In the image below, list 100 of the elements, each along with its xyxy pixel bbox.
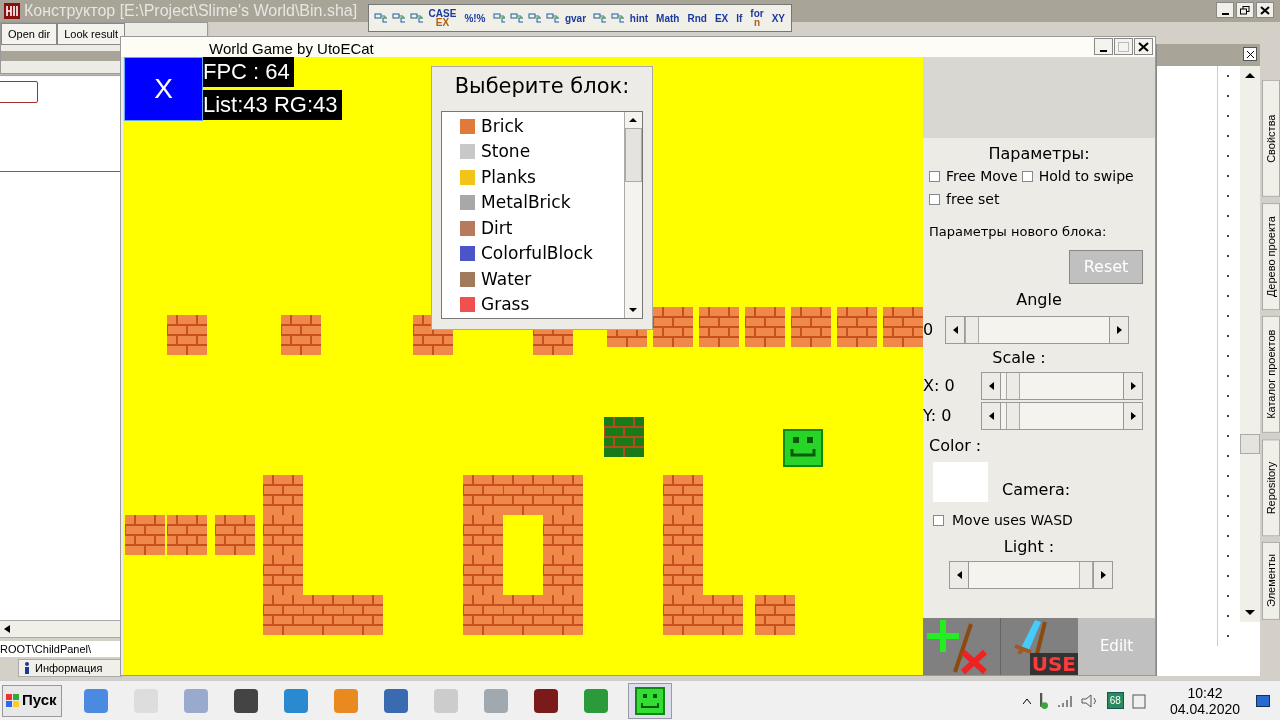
clock-date: 04.04.2020 (1169, 700, 1240, 717)
toolbar-button[interactable]: gvar (562, 13, 589, 23)
toolbar-button[interactable]: Math (654, 13, 682, 23)
block-list-item[interactable]: Water (442, 266, 624, 292)
close-button[interactable] (1134, 38, 1153, 55)
block-list-item[interactable]: Grass (442, 292, 624, 318)
start-button[interactable]: Пуск (2, 684, 62, 717)
restore-icon (1240, 5, 1250, 15)
toolbar-button[interactable]: CASE EX (426, 9, 459, 27)
block-list-item[interactable]: Dirt (442, 215, 624, 241)
close-icon (1260, 5, 1270, 15)
tray-expand-icon[interactable] (1022, 696, 1031, 705)
slider-thumb[interactable] (1006, 402, 1020, 429)
side-tab[interactable]: Каталог проектов (1262, 315, 1280, 433)
side-tab[interactable]: Элементы (1262, 542, 1280, 620)
list-counter: List:43 RG:43 (203, 90, 342, 120)
toolbar-button[interactable]: If (734, 13, 745, 23)
scale-label: Scale : (992, 346, 1046, 369)
section-label: Параметры нового блока: (929, 223, 1108, 241)
fps-counter: FPC : 64 (203, 57, 294, 87)
toolbar-button[interactable]: %!% (462, 13, 488, 23)
block-list-item[interactable]: ColorfulBlock (442, 241, 624, 267)
toolbar-button[interactable]: EX (712, 13, 731, 23)
checkbox[interactable] (933, 514, 944, 526)
popup-button[interactable]: Open dir (1, 23, 58, 45)
checkbox[interactable] (929, 194, 940, 205)
minimize-icon (1221, 12, 1229, 15)
block-list-item[interactable]: MetalBrick (442, 190, 624, 216)
toolbar-button[interactable]: XY (769, 13, 788, 23)
toolbar-button[interactable]: Rnd (685, 13, 709, 23)
minimize-button[interactable] (1216, 2, 1234, 18)
brick-block (343, 595, 383, 635)
close-button[interactable] (1243, 47, 1257, 61)
brick-block (883, 307, 923, 347)
close-icon (1246, 50, 1254, 58)
block-list-item[interactable]: Stone (442, 139, 624, 165)
angle-label: Angle (1016, 288, 1062, 311)
scroll-left-icon[interactable] (949, 560, 969, 589)
brick-block (263, 475, 303, 515)
add-remove-tool[interactable] (923, 618, 1001, 675)
scrollbar-thumb[interactable] (625, 127, 642, 182)
brick-block (167, 515, 207, 555)
brick-block (215, 515, 255, 555)
scrollbar-thumb[interactable] (1240, 434, 1260, 454)
brick-block (604, 417, 644, 457)
chooser-title: Выберите блок: (454, 73, 630, 100)
brick-block (653, 307, 693, 347)
scroll-right-icon[interactable] (1093, 560, 1113, 589)
slider-thumb[interactable] (1006, 372, 1020, 399)
close-button[interactable]: X (124, 57, 203, 121)
color-swatch[interactable] (933, 461, 988, 502)
usb-icon (1038, 692, 1049, 709)
scroll-right-icon[interactable] (1123, 401, 1143, 430)
checkbox-option[interactable]: Free Move (929, 166, 1018, 187)
slime-character (783, 429, 823, 467)
side-tab[interactable]: Свойства (1262, 80, 1280, 197)
toolbar-button[interactable]: hint (627, 13, 651, 23)
slider-thumb[interactable] (1079, 561, 1093, 588)
brick-block (663, 475, 703, 515)
brick-block (699, 307, 739, 347)
side-tab[interactable]: Дерево проекта (1262, 202, 1280, 310)
use-tool[interactable]: USE (1001, 618, 1078, 675)
signal-icon (1056, 693, 1073, 708)
close-icon (1138, 41, 1149, 52)
color-label: Color : (929, 434, 983, 457)
active-app-button[interactable] (628, 682, 672, 719)
scroll-left-icon[interactable] (945, 315, 966, 344)
close-button[interactable] (1256, 2, 1274, 18)
slider-thumb[interactable] (965, 316, 980, 343)
scroll-left-icon[interactable] (981, 401, 1001, 430)
checkbox[interactable] (929, 171, 940, 182)
scroll-left-icon[interactable] (4, 625, 10, 633)
info-tab[interactable]: Информация (18, 659, 122, 677)
window-title: Конструктор [E:\Project\Slime's World\Bin.sha] (24, 1, 358, 21)
light-label: Light : (1003, 535, 1055, 558)
checkbox-option[interactable]: Move uses WASD (933, 509, 1155, 531)
popup-button[interactable]: Look result (57, 23, 125, 45)
checkbox-option[interactable]: free set (929, 189, 1149, 210)
tray-badge: 68 (1106, 692, 1124, 709)
block-list-item[interactable]: Planks (442, 164, 624, 190)
brick-block (281, 315, 321, 355)
scroll-right-icon[interactable] (1123, 371, 1143, 400)
toolbar-button[interactable]: for n (748, 9, 766, 27)
angle-value: 0 (923, 318, 934, 341)
minimize-button[interactable] (1094, 38, 1113, 55)
block-list-item[interactable]: Brick (442, 113, 624, 139)
brick-block (125, 515, 165, 555)
section-title: Параметры: (988, 143, 1090, 165)
scroll-left-icon[interactable] (981, 371, 1001, 400)
checkbox-option[interactable]: Hold to swipe (1021, 166, 1134, 187)
show-desktop-icon[interactable] (1256, 694, 1270, 707)
camera-label: Camera: (1002, 478, 1071, 501)
restore-button[interactable] (1236, 2, 1254, 18)
clock-time: 10:42 (1187, 684, 1223, 701)
y-label: Y: 0 (923, 404, 953, 427)
scroll-right-icon[interactable] (1109, 315, 1130, 344)
checkbox[interactable] (1021, 171, 1033, 182)
brick-block (791, 307, 831, 347)
side-tab[interactable]: Repository (1262, 438, 1280, 537)
info-icon (23, 662, 31, 674)
